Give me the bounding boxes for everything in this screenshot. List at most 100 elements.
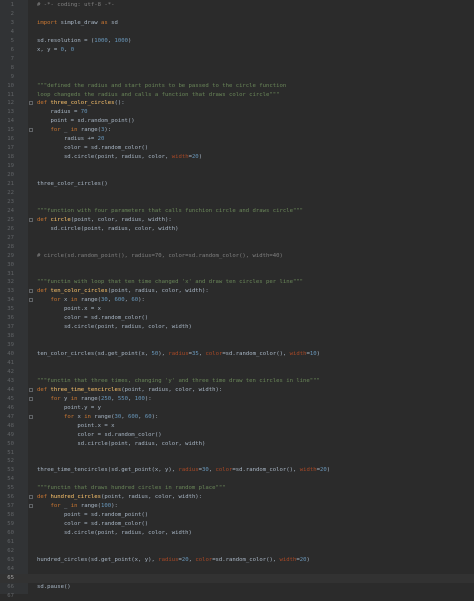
code-line[interactable]: 32 """functin with loop that ten time cha… [0, 278, 474, 287]
code-line[interactable]: 54 [0, 475, 474, 484]
code-line[interactable]: 3 import simple_draw as sd [0, 19, 474, 28]
code-line[interactable]: 30 [0, 261, 474, 270]
line-number: 23 [7, 198, 14, 205]
code-line[interactable]: 24 """function with four parameters that … [0, 207, 474, 216]
code-line[interactable]: 60 sd.circle(point, radius, color, width… [0, 529, 474, 538]
code-line[interactable]: 6 x, y = 0, 0 [0, 46, 474, 55]
code-line[interactable]: 10 """defined the radius and start points… [0, 82, 474, 91]
line-number: 20 [7, 172, 14, 179]
code-line[interactable]: 18 sd.circle(point, radius, color, width… [0, 153, 474, 162]
code-line[interactable]: 5 sd.resolution = (1000, 1000) [0, 37, 474, 46]
code-text: """functin that draws hundred circles in… [37, 484, 226, 493]
code-editor[interactable]: 1 # -*- coding: utf-8 -*- 2 3 import simple_… [0, 0, 474, 599]
code-line[interactable]: 48 point.x = x [0, 422, 474, 431]
code-line[interactable]: 12 def three_color_circles(): [0, 99, 474, 108]
line-number: 41 [7, 360, 14, 366]
code-token: """function with four parameters that ca… [37, 207, 304, 214]
code-token: 20 [299, 556, 307, 563]
code-line[interactable]: 35 point.x = x [0, 305, 474, 314]
code-line[interactable]: 42 [0, 368, 474, 377]
code-line[interactable]: 57 for _ in range(100): [0, 502, 474, 511]
code-token: radius [178, 467, 199, 474]
code-line[interactable]: 45 for y in range(250, 550, 100): [0, 395, 474, 404]
fold-marker-icon[interactable] [29, 387, 33, 392]
fold-marker-icon[interactable] [29, 298, 33, 303]
code-line[interactable]: 21 three_color_circles() [0, 180, 474, 189]
code-token: (point, radius, color, width): [121, 386, 223, 393]
code-token: 30 [202, 467, 209, 474]
code-line[interactable]: 40 ten_color_circles(sd.get_point(x, 50),… [0, 350, 474, 359]
code-line[interactable]: 11 loop changeds the radius and calls a f… [0, 91, 474, 100]
code-line[interactable]: 37 sd.circle(point, radius, color, width… [0, 323, 474, 332]
code-line[interactable]: 17 color = sd.random_color() [0, 144, 474, 153]
code-line[interactable]: 2 [0, 10, 474, 19]
code-line[interactable]: 61 [0, 538, 474, 547]
code-line[interactable]: 56 def hundred_circles(point, radius, col… [0, 493, 474, 502]
code-text: point = sd.random_point() [37, 511, 148, 520]
code-line[interactable]: 64 [0, 565, 474, 574]
code-line[interactable]: 33 def ten_color_circles(point, radius, c… [0, 287, 474, 296]
code-line[interactable]: 1 # -*- coding: utf-8 -*- [0, 1, 474, 10]
code-line[interactable]: 9 [0, 73, 474, 82]
code-line[interactable]: 65 [0, 573, 474, 583]
code-line[interactable]: 13 radius = 70 [0, 108, 474, 117]
code-line[interactable]: 59 color = sd.random_color() [0, 520, 474, 529]
code-line[interactable]: 51 [0, 449, 474, 458]
code-line[interactable]: 4 [0, 28, 474, 37]
code-line[interactable]: 43 """functin that three times, changing … [0, 377, 474, 386]
code-line[interactable]: 19 [0, 162, 474, 171]
code-line[interactable]: 36 color = sd.random_color() [0, 314, 474, 323]
code-line[interactable]: 15 for _ in range(3): [0, 126, 474, 135]
code-line[interactable]: 26 sd.circle(point, radius, color, width… [0, 225, 474, 234]
fold-marker-icon[interactable] [29, 414, 33, 419]
code-line[interactable]: 28 [0, 243, 474, 252]
code-line[interactable]: 31 [0, 270, 474, 279]
code-line[interactable]: 52 [0, 457, 474, 466]
line-number: 12 [7, 100, 14, 107]
code-line[interactable]: 8 [0, 64, 474, 73]
code-line[interactable]: 53 three_time_tencircles(sd.get_point(x, … [0, 466, 474, 475]
code-line[interactable]: 29 # circle(sd.random_point(), radius=70,… [0, 252, 474, 261]
code-line[interactable]: 49 color = sd.random_color() [0, 431, 474, 440]
fold-marker-icon[interactable] [29, 396, 33, 401]
code-line[interactable]: 16 radius += 20 [0, 135, 474, 144]
fold-marker-icon[interactable] [29, 101, 33, 106]
code-line[interactable]: 41 [0, 359, 474, 368]
code-line[interactable]: 63 hundred_circles(sd.get_point(x, y), ra… [0, 556, 474, 565]
code-line[interactable]: 14 point = sd.random_point() [0, 117, 474, 126]
code-line[interactable]: 23 [0, 198, 474, 207]
code-line[interactable]: 25 def circle(point, color, radius, width… [0, 216, 474, 225]
code-token: color [215, 467, 233, 474]
code-line[interactable]: 62 [0, 547, 474, 556]
code-line[interactable]: 7 [0, 55, 474, 64]
code-line[interactable]: 38 [0, 332, 474, 341]
code-line[interactable]: 20 [0, 171, 474, 180]
line-number: 46 [7, 404, 14, 411]
code-token: width [279, 556, 297, 563]
code-token: in [70, 395, 81, 402]
code-text: ten_color_circles(sd.get_point(x, 50), r… [37, 350, 320, 359]
fold-marker-icon[interactable] [29, 289, 33, 294]
code-token: , [111, 395, 118, 402]
fold-marker-icon[interactable] [29, 128, 33, 133]
fold-marker-icon[interactable] [29, 495, 33, 500]
code-text: point.x = x [37, 305, 101, 314]
code-line[interactable]: 58 point = sd.random_point() [0, 511, 474, 520]
code-line[interactable]: 50 sd.circle(point, radius, color, width… [0, 440, 474, 449]
code-token: =sd.random_color(), [212, 556, 280, 563]
code-line[interactable]: 34 for x in range(30, 600, 60): [0, 296, 474, 305]
code-line[interactable]: 67 [0, 592, 474, 601]
code-line[interactable]: 47 for x in range(30, 600, 60): [0, 413, 474, 422]
code-line[interactable]: 27 [0, 234, 474, 243]
code-line[interactable]: 22 [0, 189, 474, 198]
code-line[interactable]: 55 """functin that draws hundred circles … [0, 484, 474, 493]
code-token: """functin that draws hundred circles in… [37, 485, 226, 492]
fold-marker-icon[interactable] [29, 217, 33, 222]
code-text: def circle(point, color, radius, width): [37, 216, 172, 225]
code-line[interactable]: 44 def three_time_tencircles(point, radiu… [0, 386, 474, 395]
fold-marker-icon[interactable] [29, 504, 33, 509]
code-line[interactable]: 39 [0, 341, 474, 350]
code-line[interactable]: 46 point.y = y [0, 404, 474, 413]
code-line[interactable]: 66 sd.pause() [0, 583, 474, 592]
